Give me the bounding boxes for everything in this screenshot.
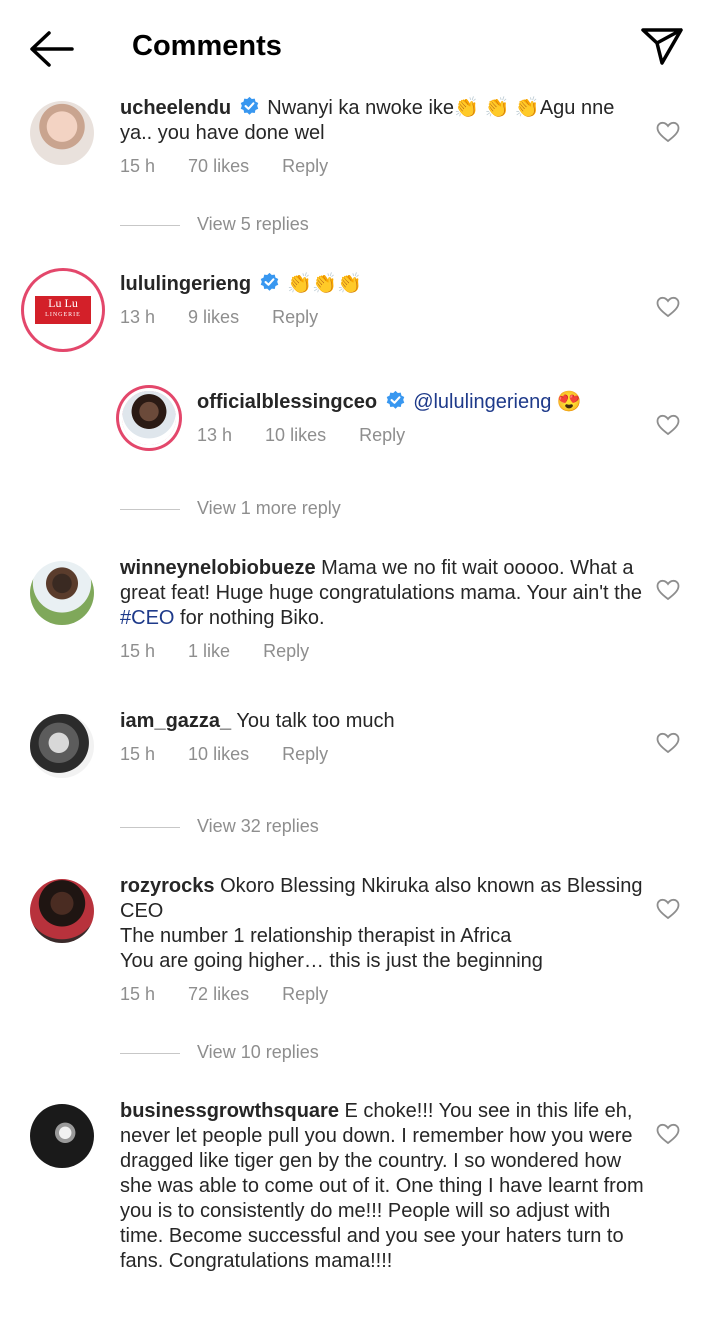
comment-time: 15 h [120, 984, 156, 1004]
comment-meta: 15 h 72 likes Reply [120, 984, 644, 1005]
comment-time: 15 h [120, 744, 156, 764]
view-replies-label: View 1 more reply [197, 498, 341, 518]
heart-outline-icon[interactable] [656, 121, 680, 143]
mention-link[interactable]: @lululingerieng [413, 391, 551, 413]
view-replies-label: View 5 replies [197, 214, 309, 234]
hashtag-link[interactable]: #CEO [120, 607, 174, 629]
header-bar: Comments [0, 0, 720, 90]
divider-line [120, 1052, 180, 1054]
comment-text: officialblessingceo @lululingerieng 😍 [197, 390, 644, 415]
comment-username[interactable]: officialblessingceo [197, 391, 377, 413]
comment-likes[interactable]: 70 likes [188, 156, 249, 176]
view-replies-label: View 10 replies [197, 1042, 319, 1062]
avatar[interactable] [30, 101, 94, 165]
comment-username[interactable]: rozyrocks [120, 875, 215, 897]
comment-body: You talk too much [236, 710, 395, 732]
heart-outline-icon[interactable] [656, 898, 680, 920]
heart-outline-icon[interactable] [656, 732, 680, 754]
verified-badge-icon [240, 96, 258, 115]
avatar[interactable] [122, 391, 176, 445]
avatar[interactable] [30, 561, 94, 625]
view-replies-button[interactable]: View 10 replies [120, 1042, 319, 1063]
reply-button[interactable]: Reply [263, 641, 309, 661]
comment-body: 👏👏👏 [287, 273, 362, 295]
comment-username[interactable]: lululingerieng [120, 273, 251, 295]
comment-likes[interactable]: 10 likes [265, 425, 326, 445]
reply-button[interactable]: Reply [272, 307, 318, 327]
comment-likes[interactable]: 72 likes [188, 984, 249, 1004]
verified-badge-icon [386, 390, 404, 409]
logo-subtext: LINGERIE [45, 312, 81, 318]
comment-time: 15 h [120, 156, 156, 176]
view-replies-button[interactable]: View 5 replies [120, 214, 309, 235]
comment-time: 13 h [120, 307, 156, 327]
bottom-fade [0, 1315, 720, 1341]
send-icon[interactable] [640, 26, 684, 66]
comment-username[interactable]: businessgrowthsquare [120, 1100, 339, 1122]
comment-meta: 15 h 1 like Reply [120, 641, 644, 662]
comment-body: 😍 [556, 391, 582, 413]
comment-text: iam_gazza_ You talk too much [120, 709, 644, 734]
view-replies-button[interactable]: View 32 replies [120, 816, 319, 837]
comment-body-end: for nothing Biko. [174, 607, 325, 629]
comment-likes[interactable]: 9 likes [188, 307, 239, 327]
logo-text: Lu Lu [48, 296, 78, 310]
divider-line [120, 224, 180, 226]
comment-meta: 13 h 10 likes Reply [197, 425, 644, 446]
comment-body-line2: The number 1 relationship therapist in A… [120, 925, 512, 947]
comment-time: 15 h [120, 641, 156, 661]
view-replies-button[interactable]: View 1 more reply [120, 498, 341, 519]
comment-meta: 15 h 70 likes Reply [120, 156, 644, 177]
lulu-logo: Lu Lu LINGERIE [35, 296, 91, 324]
comment-meta: 13 h 9 likes Reply [120, 307, 644, 328]
comment-text: ucheelendu Nwanyi ka nwoke ike👏 👏 👏Agu n… [120, 96, 644, 146]
avatar[interactable] [30, 1104, 94, 1168]
reply-button[interactable]: Reply [282, 156, 328, 176]
comment-text: lululingerieng 👏👏👏 [120, 272, 644, 297]
heart-outline-icon[interactable] [656, 1123, 680, 1145]
comment-likes[interactable]: 10 likes [188, 744, 249, 764]
page-title: Comments [132, 30, 282, 62]
comment-text: rozyrocks Okoro Blessing Nkiruka also kn… [120, 874, 644, 974]
divider-line [120, 826, 180, 828]
comment-meta: 15 h 10 likes Reply [120, 744, 644, 765]
comment-text: winneynelobiobueze Mama we no fit wait o… [120, 556, 644, 631]
reply-button[interactable]: Reply [282, 744, 328, 764]
comment-text: businessgrowthsquare E choke!!! You see … [120, 1099, 644, 1274]
back-arrow-icon[interactable] [28, 28, 74, 70]
heart-outline-icon[interactable] [656, 579, 680, 601]
comment-body-line3: You are going higher… this is just the b… [120, 950, 543, 972]
view-replies-label: View 32 replies [197, 816, 319, 836]
comment-body: E choke!!! You see in this life eh, neve… [120, 1100, 644, 1272]
comment-time: 13 h [197, 425, 233, 445]
reply-button[interactable]: Reply [359, 425, 405, 445]
comment-username[interactable]: winneynelobiobueze [120, 557, 316, 579]
avatar[interactable] [30, 879, 94, 943]
heart-outline-icon[interactable] [656, 414, 680, 436]
heart-outline-icon[interactable] [656, 296, 680, 318]
reply-button[interactable]: Reply [282, 984, 328, 1004]
avatar[interactable]: Lu Lu LINGERIE [27, 274, 99, 346]
avatar[interactable] [30, 714, 94, 778]
divider-line [120, 508, 180, 510]
comment-username[interactable]: iam_gazza_ [120, 710, 231, 732]
comment-username[interactable]: ucheelendu [120, 97, 231, 119]
verified-badge-icon [260, 272, 278, 291]
comment-likes[interactable]: 1 like [188, 641, 230, 661]
